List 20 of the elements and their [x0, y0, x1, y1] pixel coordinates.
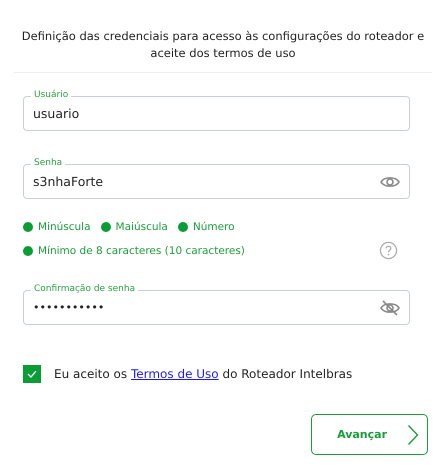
- eye-slash-icon[interactable]: [380, 300, 400, 316]
- page-heading: Definição das credenciais para acesso às configurações do roteador e aceite dos termos de uso: [14, 28, 432, 73]
- check-icon: [27, 370, 37, 378]
- field-value: •••••••••••: [33, 301, 106, 314]
- next-button[interactable]: Avançar: [311, 414, 428, 455]
- terms-text: Eu aceito os Termos de Uso do Roteador Intelbras: [54, 367, 352, 381]
- checkbox[interactable]: [23, 365, 41, 383]
- field-value: s3nhaForte: [33, 174, 104, 189]
- chevron-right-icon: [407, 424, 419, 446]
- help-icon[interactable]: [379, 241, 398, 260]
- requirement-label: Número: [192, 221, 235, 233]
- field-label: Confirmação de senha: [31, 283, 138, 295]
- terms-link[interactable]: Termos de Uso: [130, 367, 219, 381]
- password-field[interactable]: Confirmação de senha •••••••••••: [23, 283, 410, 325]
- password-field[interactable]: Senha s3nhaForte: [23, 157, 410, 199]
- requirement-label: Mínimo de 8 caracteres (10 caracteres): [38, 244, 245, 256]
- requirement-label: Minúscula: [38, 221, 91, 233]
- field-value: usuario: [33, 106, 80, 121]
- username-field[interactable]: Usuário usuario: [23, 89, 410, 131]
- requirement-label: Maiúscula: [116, 221, 168, 233]
